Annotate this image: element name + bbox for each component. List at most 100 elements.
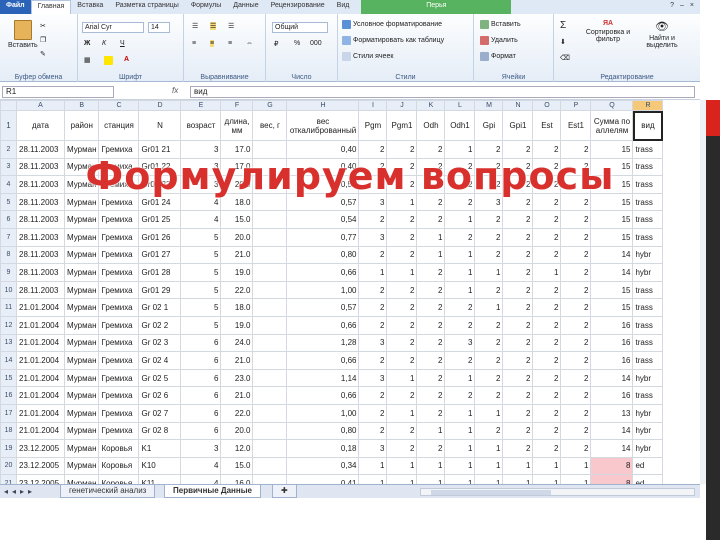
cell[interactable]: 2 [532, 298, 562, 317]
header-cell[interactable]: Gpi1 [502, 110, 534, 141]
merge-icon[interactable]: ⇔ [246, 40, 253, 47]
cell[interactable]: 21.0 [220, 351, 254, 370]
cell[interactable]: Гремиха [98, 245, 140, 265]
cell[interactable]: trass [632, 351, 664, 370]
cell[interactable]: 2 [386, 421, 418, 441]
row-number[interactable]: 11 [0, 298, 17, 317]
cell[interactable]: 2 [386, 298, 418, 317]
cell[interactable]: 2 [560, 315, 592, 335]
cell[interactable]: 2 [532, 421, 562, 441]
cell[interactable]: 1 [416, 227, 446, 247]
cell[interactable]: 2 [474, 421, 504, 441]
copy-icon[interactable]: ❐ [40, 36, 46, 44]
cell[interactable]: 2 [358, 403, 388, 423]
cell[interactable]: Мурман [63, 474, 100, 484]
formula-input[interactable]: вид [190, 86, 695, 98]
cell[interactable]: 1 [474, 403, 504, 423]
cell[interactable]: 20.0 [220, 227, 254, 247]
cell[interactable]: 6 [180, 368, 222, 388]
cell[interactable]: 28.11.2003 [16, 280, 65, 300]
new-sheet-icon[interactable]: ✚ [272, 485, 297, 498]
column-header-Q[interactable]: Q [590, 100, 634, 111]
cell[interactable]: Gr 02 3 [138, 333, 182, 353]
cell[interactable]: 2 [474, 227, 504, 247]
cell[interactable] [252, 439, 288, 458]
cell[interactable]: 16 [590, 333, 634, 353]
thousands-button[interactable]: 000 [310, 40, 322, 47]
cell[interactable]: Мурман [63, 333, 100, 353]
cell[interactable]: 2 [386, 386, 418, 405]
cell[interactable]: 19.0 [220, 263, 254, 282]
cell[interactable]: 1 [444, 421, 476, 441]
cell[interactable]: 2 [416, 386, 446, 405]
cell[interactable] [252, 368, 288, 388]
cell[interactable] [252, 298, 288, 317]
column-header-P[interactable]: P [560, 100, 592, 111]
cell[interactable]: trass [632, 333, 664, 353]
cell[interactable]: 2 [474, 333, 504, 353]
cell[interactable]: 14 [590, 439, 634, 458]
cell[interactable]: 2 [532, 439, 562, 458]
cell[interactable]: 2 [502, 280, 534, 300]
row-number[interactable]: 7 [0, 227, 17, 247]
cell[interactable]: Gr 02 7 [138, 403, 182, 423]
cell[interactable]: 0,57 [286, 298, 360, 317]
cell[interactable]: 2 [532, 280, 562, 300]
cell[interactable]: 2 [502, 210, 534, 229]
cell[interactable]: hybr [632, 245, 664, 265]
cell[interactable]: 0,66 [286, 351, 360, 370]
cell[interactable]: 1 [386, 368, 418, 388]
cell[interactable]: 1 [416, 474, 446, 484]
cell[interactable]: Gr 02 1 [138, 298, 182, 317]
row-number[interactable]: 19 [0, 439, 17, 458]
cell[interactable]: 2 [532, 315, 562, 335]
scroll-thumb[interactable] [431, 490, 551, 495]
header-cell[interactable]: N [138, 110, 182, 141]
row-number[interactable]: 15 [0, 368, 17, 388]
cell[interactable]: 2 [532, 351, 562, 370]
cell[interactable]: 8 [590, 456, 634, 476]
cell[interactable]: hybr [632, 403, 664, 423]
row-number[interactable]: 21 [0, 474, 17, 484]
cell[interactable]: 21.01.2004 [16, 315, 65, 335]
find-select-button[interactable]: 👁 Найти и выделить [638, 20, 686, 49]
cell[interactable]: 2 [532, 368, 562, 388]
row-number[interactable]: 17 [0, 403, 17, 423]
cell[interactable]: 4 [180, 474, 222, 484]
header-cell[interactable]: вес, г [252, 110, 288, 141]
cell[interactable]: 1 [386, 263, 418, 282]
cell[interactable]: 2 [416, 280, 446, 300]
cell[interactable]: 1 [502, 474, 534, 484]
cell[interactable]: Гремиха [98, 210, 140, 229]
header-cell[interactable]: Odh1 [444, 110, 476, 141]
cell[interactable]: 2 [532, 333, 562, 353]
cell[interactable]: 2 [502, 245, 534, 265]
header-cell[interactable]: Gpi [474, 110, 504, 141]
cell[interactable]: 2 [502, 386, 534, 405]
cell[interactable]: 22.0 [220, 403, 254, 423]
format-painter-icon[interactable]: ✎ [40, 50, 46, 58]
align-middle-icon[interactable]: ☰ [210, 22, 217, 30]
header-cell[interactable]: длина, мм [220, 110, 254, 141]
cell[interactable]: 2 [358, 210, 388, 229]
cell[interactable]: 6 [180, 386, 222, 405]
cell[interactable]: 2 [532, 227, 562, 247]
tab-file[interactable]: Файл [0, 0, 31, 14]
cell[interactable]: 2 [416, 210, 446, 229]
cell[interactable] [252, 245, 288, 265]
cell[interactable]: Мурман [63, 245, 100, 265]
cell[interactable]: 2 [560, 351, 592, 370]
cell[interactable]: 21.01.2004 [16, 386, 65, 405]
cell[interactable]: 2 [386, 280, 418, 300]
cell[interactable]: 28.11.2003 [16, 263, 65, 282]
cell[interactable]: 1 [386, 456, 418, 476]
cell[interactable]: 2 [386, 351, 418, 370]
align-left-icon[interactable]: ≡ [192, 40, 196, 47]
cell[interactable]: 1 [444, 456, 476, 476]
cell[interactable]: 5 [180, 315, 222, 335]
cell[interactable]: 1 [444, 439, 476, 458]
cell[interactable]: 2 [502, 421, 534, 441]
sheet-tab-genetic-analysis[interactable]: генетический анализ [60, 485, 156, 498]
row-number[interactable]: 9 [0, 263, 17, 282]
cell[interactable]: 21.01.2004 [16, 333, 65, 353]
